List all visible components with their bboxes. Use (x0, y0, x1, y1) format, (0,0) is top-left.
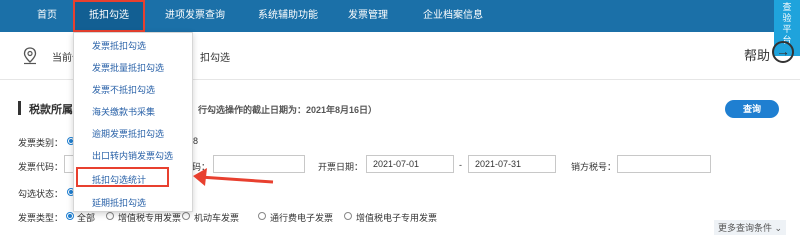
red-arrow-icon (193, 168, 274, 186)
